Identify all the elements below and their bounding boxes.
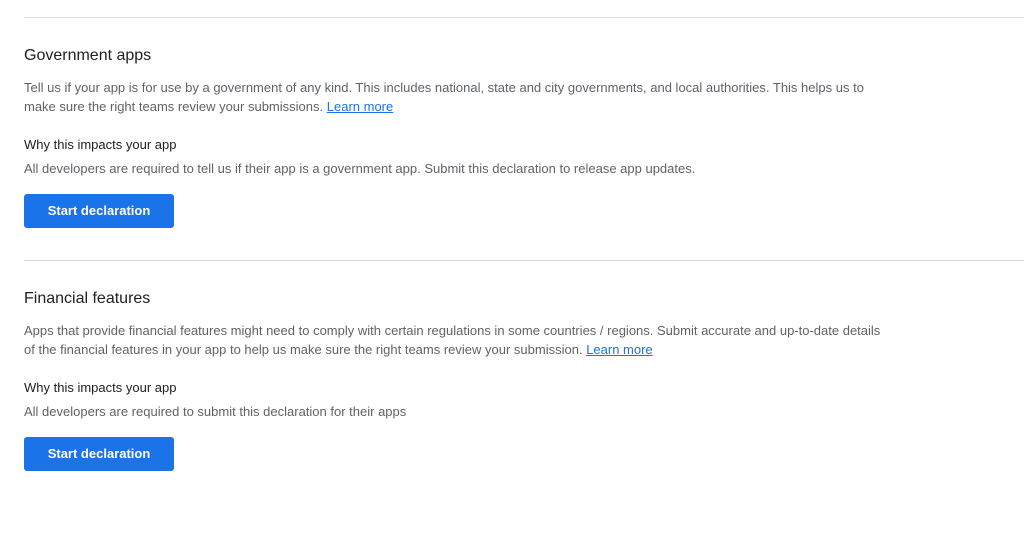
financial-features-description: Apps that provide financial features mig…	[24, 321, 884, 359]
government-apps-description: Tell us if your app is for use by a gove…	[24, 78, 884, 116]
section-divider	[24, 260, 1024, 261]
government-start-declaration-button[interactable]: Start declaration	[24, 194, 174, 228]
financial-features-title: Financial features	[24, 290, 151, 307]
financial-why-title: Why this impacts your app	[24, 380, 177, 395]
government-learn-more-link[interactable]: Learn more	[327, 99, 393, 114]
financial-learn-more-link[interactable]: Learn more	[586, 342, 652, 357]
top-divider	[24, 17, 1024, 18]
government-apps-title: Government apps	[24, 47, 152, 64]
government-why-text: All developers are required to tell us i…	[24, 161, 696, 176]
financial-start-declaration-button[interactable]: Start declaration	[24, 437, 174, 471]
government-apps-section: Government apps Tell us if your app is f…	[24, 44, 884, 228]
financial-features-description-text: Apps that provide financial features mig…	[24, 323, 881, 357]
financial-features-section: Financial features Apps that provide fin…	[24, 287, 884, 471]
government-why-title: Why this impacts your app	[24, 137, 177, 152]
financial-why-text: All developers are required to submit th…	[24, 404, 407, 419]
government-apps-description-text: Tell us if your app is for use by a gove…	[24, 80, 864, 114]
